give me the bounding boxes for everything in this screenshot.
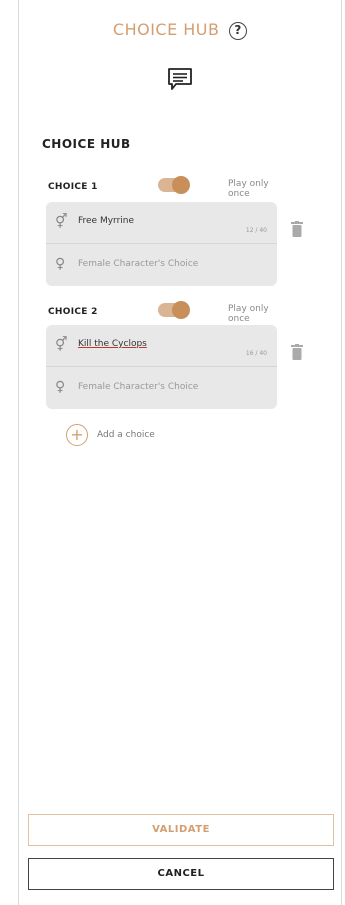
choice-card: ⚥ Kill the Cyclops 16 / 40 ♀ Female Char…	[46, 325, 277, 409]
cancel-button[interactable]: CANCEL	[28, 858, 334, 890]
section-title: CHOICE HUB	[42, 137, 131, 151]
female-icon: ♀	[55, 379, 66, 395]
female-choice-placeholder: Female Character's Choice	[78, 382, 199, 392]
play-once-toggle[interactable]	[158, 301, 190, 319]
male-icon: ⚥	[55, 214, 68, 230]
add-choice-label: Add a choice	[97, 430, 155, 440]
page-title: CHOICE HUB	[112, 20, 220, 39]
male-choice-text: Free Myrrine	[78, 216, 135, 226]
validate-button[interactable]: VALIDATE	[28, 814, 334, 846]
choice-card: ⚥ Free Myrrine 12 / 40 ♀ Female Characte…	[46, 202, 277, 286]
female-choice-placeholder: Female Character's Choice	[78, 259, 199, 269]
female-choice-field[interactable]: ♀ Female Character's Choice	[46, 367, 277, 409]
male-choice-field[interactable]: ⚥ Kill the Cyclops 16 / 40	[46, 325, 277, 367]
plus-circle-icon: +	[66, 424, 88, 446]
choice-header: CHOICE 1 Play only once	[48, 176, 288, 199]
char-counter: 12 / 40	[245, 227, 267, 234]
char-counter: 16 / 40	[245, 350, 267, 357]
choice-label: CHOICE 2	[48, 307, 98, 317]
play-once-toggle[interactable]	[158, 176, 190, 194]
male-icon: ⚥	[55, 337, 68, 353]
toggle-label: Play only once	[228, 304, 269, 324]
male-choice-text: Kill the Cyclops	[78, 339, 147, 349]
chat-bubble-icon	[168, 68, 192, 90]
trash-icon[interactable]	[291, 221, 303, 237]
panel-header: CHOICE HUB ?	[19, 20, 341, 40]
toggle-label: Play only once	[228, 179, 269, 199]
female-choice-field[interactable]: ♀ Female Character's Choice	[46, 244, 277, 286]
trash-icon[interactable]	[291, 344, 303, 360]
choice-hub-panel: CHOICE HUB ? CHOICE HUB CHOICE 1 Play on…	[18, 0, 342, 905]
male-choice-field[interactable]: ⚥ Free Myrrine 12 / 40	[46, 202, 277, 244]
female-icon: ♀	[55, 256, 66, 272]
question-circle-icon[interactable]: ?	[229, 22, 248, 40]
choice-header: CHOICE 2 Play only once	[48, 301, 288, 324]
choice-label: CHOICE 1	[48, 182, 98, 192]
